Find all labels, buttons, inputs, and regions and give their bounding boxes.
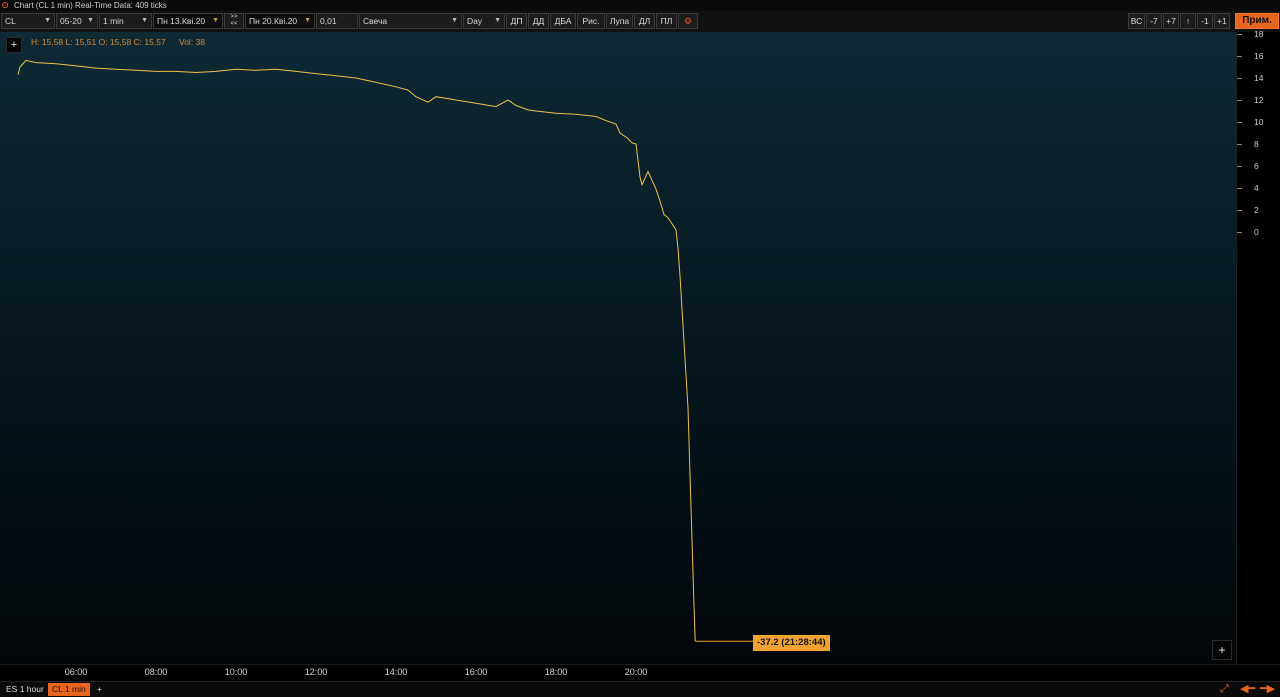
arrow-left-icon[interactable]: ◀━ [1240,682,1255,696]
price-axis-tick [1237,144,1242,145]
price-axis-label: 16 [1254,51,1264,61]
draw-button[interactable]: Рис. [577,13,605,29]
chevron-down-icon: ▼ [87,17,94,24]
pin-button[interactable]: ↑ [1180,13,1196,29]
contract-select[interactable]: 05-20 ▼ [56,13,98,29]
price-axis-tick [1237,56,1242,57]
price-axis-label: 6 [1254,161,1259,171]
price-axis-tick [1237,166,1242,167]
price-chart[interactable] [0,32,1236,664]
app-logo-icon [2,2,8,8]
tab-es-1-hour[interactable]: ES 1 hour [2,683,48,696]
chevron-down-icon: ▼ [494,17,501,24]
chevron-down-icon: ▼ [212,17,219,24]
price-axis-label: 8 [1254,139,1259,149]
chart-style-value: Свеча [363,16,388,26]
time-axis-label: 16:00 [464,667,488,677]
time-axis-label: 20:00 [624,667,648,677]
chart-area[interactable]: + H: 15,58 L: 15,51 O: 15,58 C: 15,57 Vo… [0,32,1236,664]
last-price-tag: -37.2 (21:28:44) [753,635,830,651]
interval-select[interactable]: 1 min ▼ [99,13,152,29]
window-title: Chart (CL 1 min) Real-Time Data: 409 tic… [14,1,167,10]
settings-button[interactable]: ⚙ [678,13,698,29]
chart-style-select[interactable]: Свеча ▼ [359,13,462,29]
time-axis-label: 10:00 [224,667,248,677]
price-axis-tick [1237,210,1242,211]
price-axis-label: 4 [1254,183,1259,193]
gear-icon: ⚙ [683,16,693,26]
title-bar: Chart (CL 1 min) Real-Time Data: 409 tic… [0,0,1280,11]
volume-readout: Vol: 38 [179,37,205,47]
dl-button[interactable]: ДЛ [634,13,655,29]
price-axis-label: 14 [1254,73,1264,83]
chevron-left-icon: << [230,21,238,27]
time-axis-label: 08:00 [144,667,168,677]
date-from-value: Пн 13.Квi.20 [157,16,206,26]
apply-button[interactable]: Прим. [1235,13,1279,29]
date-from-picker[interactable]: Пн 13.Квi.20 ▼ [153,13,223,29]
price-axis-tick [1237,232,1242,233]
price-axis-tick [1237,78,1242,79]
dba-button[interactable]: ДБА [550,13,576,29]
tab-cl-1-min[interactable]: CL 1 min [48,683,90,696]
price-axis-tick [1237,188,1242,189]
vs-button[interactable]: ВС [1128,13,1145,29]
session-select[interactable]: Day ▼ [463,13,505,29]
chevron-down-icon: ▼ [304,17,311,24]
dp-button[interactable]: ДП [506,13,527,29]
contract-value: 05-20 [60,16,82,26]
dd-button[interactable]: ДД [528,13,549,29]
minus-1-button[interactable]: -1 [1197,13,1213,29]
time-axis-label: 06:00 [64,667,88,677]
chevron-down-icon: ▼ [141,17,148,24]
price-axis-tick [1237,34,1242,35]
time-axis-label: 12:00 [304,667,328,677]
minus-7-button[interactable]: -7 [1146,13,1162,29]
price-series-line [17,59,696,642]
add-tab-button[interactable]: + [93,683,106,696]
price-axis-label: 2 [1254,205,1259,215]
plus-1-button[interactable]: +1 [1214,13,1230,29]
price-axis-label: 18 [1254,29,1264,39]
date-to-value: Пн 20.Квi.20 [249,16,298,26]
session-value: Day [467,16,483,26]
symbol-value: CL [5,16,16,26]
price-axis-label: 0 [1254,227,1259,237]
add-indicator-button[interactable]: + [6,37,22,53]
date-shift-buttons[interactable]: >> << [224,13,244,29]
interval-value: 1 min [103,16,124,26]
price-axis-label: 10 [1254,117,1264,127]
pl-button[interactable]: ПЛ [656,13,677,29]
magnifier-button[interactable]: Лупа [606,13,633,29]
chevron-down-icon: ▼ [44,17,51,24]
tick-size-value: 0,01 [320,16,337,26]
price-axis-tick [1237,100,1242,101]
tick-size-input[interactable]: 0,01 [316,13,358,29]
date-to-picker[interactable]: Пн 20.Квi.20 ▼ [245,13,315,29]
add-panel-button[interactable]: + [1212,640,1232,660]
chevron-right-icon: >> [230,14,238,20]
chart-tab-bar: ES 1 hour CL 1 min + [0,681,1280,697]
arrow-right-icon[interactable]: ━▶ [1260,682,1275,696]
expand-icon[interactable]: ⤢ [1220,682,1229,696]
ohlc-readout: H: 15,58 L: 15,51 O: 15,58 C: 15,57 [31,37,166,47]
time-axis-label: 14:00 [384,667,408,677]
price-axis-label: 12 [1254,95,1264,105]
chevron-down-icon: ▼ [451,17,458,24]
price-axis-tick [1237,122,1242,123]
toolbar: CL ▼ 05-20 ▼ 1 min ▼ Пн 13.Квi.20 ▼ >> << Пн … [0,11,1280,32]
plus-7-button[interactable]: +7 [1163,13,1179,29]
time-axis-label: 18:00 [544,667,568,677]
symbol-select[interactable]: CL ▼ [1,13,55,29]
